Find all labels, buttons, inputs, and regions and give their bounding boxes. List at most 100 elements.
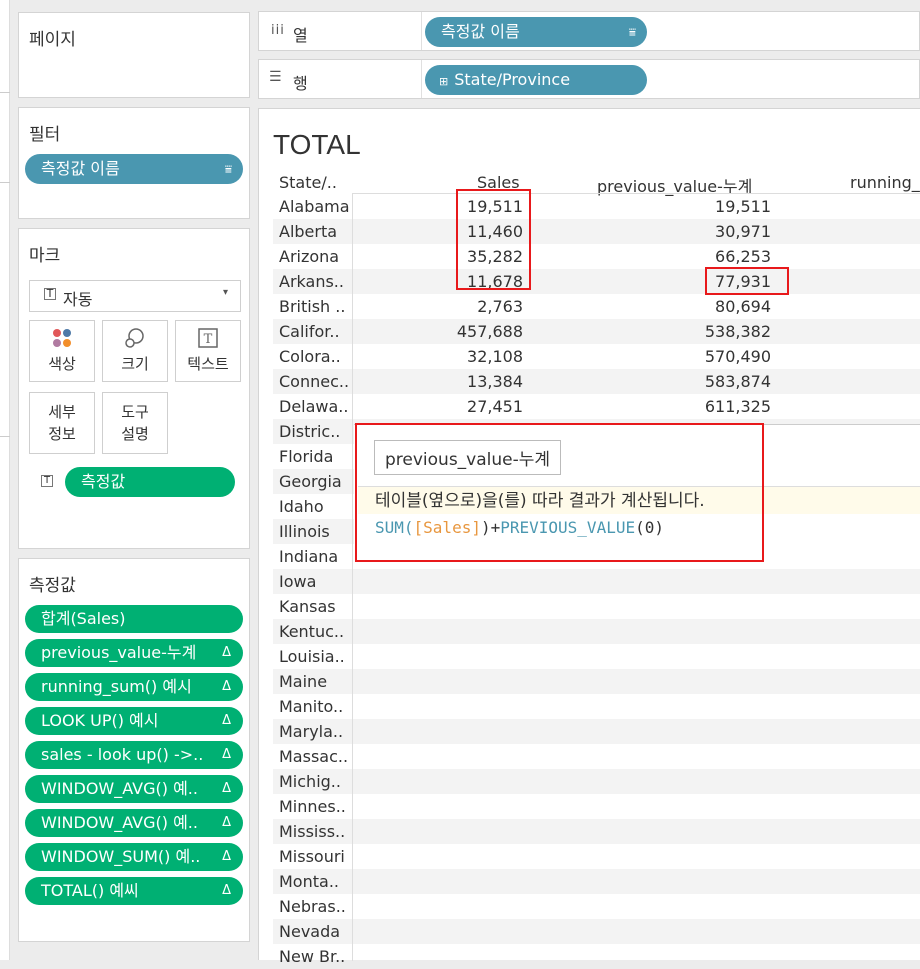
columns-shelf: iii 열 측정값 이름 ⩸	[258, 11, 920, 51]
state-cell: Arkans..	[279, 272, 344, 291]
header-state[interactable]: State/..	[279, 173, 337, 192]
state-cell: Nevada	[279, 922, 341, 941]
edge-divider	[0, 436, 10, 437]
state-cell: Maryla..	[279, 722, 344, 741]
measure-pill-label: previous_value-누계	[41, 643, 197, 662]
measure-pill[interactable]: 합계(Sales)	[25, 605, 243, 633]
table-row[interactable]: Missouri	[273, 844, 920, 869]
tooltip-button[interactable]: 도구 설명	[102, 392, 168, 454]
text-mark-icon: T	[44, 288, 56, 300]
pages-title: 페이지	[29, 30, 76, 50]
state-cell: Distric..	[279, 422, 341, 441]
state-cell: Florida	[279, 447, 334, 466]
filters-panel: 필터 측정값 이름 ⩸	[18, 107, 250, 219]
mark-type-select[interactable]: T 자동 ▾	[29, 280, 241, 312]
header-running[interactable]: running_	[850, 173, 920, 192]
state-cell: Indiana	[279, 547, 339, 566]
color-label: 색상	[48, 355, 76, 373]
table-row[interactable]: Iowa	[273, 569, 920, 594]
state-cell: Colora..	[279, 347, 341, 366]
state-cell: Nebras..	[279, 897, 346, 916]
filter-pill-measure-names[interactable]: 측정값 이름 ⩸	[25, 154, 243, 184]
calculated-field-icon: Δ	[222, 815, 231, 830]
shelf-divider	[421, 12, 422, 50]
measure-pill[interactable]: WINDOW_SUM() 예.. Δ	[25, 843, 243, 871]
state-cell: Califor..	[279, 322, 340, 341]
measure-pill[interactable]: WINDOW_AVG() 예.. Δ	[25, 809, 243, 837]
rows-icon: ☰	[269, 69, 282, 85]
state-cell: Illinois	[279, 522, 330, 541]
previous-value-cell: 30,971	[715, 222, 771, 241]
columns-pill-measure-names[interactable]: 측정값 이름 ⩸	[425, 17, 647, 47]
measure-values-title: 측정값	[29, 576, 76, 596]
table-row[interactable]: Manito..	[273, 694, 920, 719]
table-row[interactable]: Arkans.. 11,678 77,931	[273, 269, 920, 294]
detail-button[interactable]: 세부 정보	[29, 392, 95, 454]
state-cell: Kentuc..	[279, 622, 345, 641]
sales-cell: 13,384	[467, 372, 523, 391]
table-row[interactable]: Nevada	[273, 919, 920, 944]
state-cell: Louisia..	[279, 647, 345, 666]
table-row[interactable]: Colora.. 32,108 570,490	[273, 344, 920, 369]
measure-pill[interactable]: LOOK UP() 예시 Δ	[25, 707, 243, 735]
state-cell: Delawa..	[279, 397, 349, 416]
filter-icon: ⩸	[224, 162, 232, 176]
state-cell: Michig..	[279, 772, 341, 791]
tooltip-label-line2: 설명	[121, 425, 149, 443]
text-encoding-pill[interactable]: 측정값	[65, 467, 235, 497]
detail-label-line2: 정보	[48, 425, 76, 443]
measure-pill[interactable]: sales - look up() ->.. Δ	[25, 741, 243, 769]
table-row[interactable]: Delawa.. 27,451 611,325	[273, 394, 920, 419]
table-row[interactable]: Monta..	[273, 869, 920, 894]
table-row[interactable]: Maryla..	[273, 719, 920, 744]
color-icon	[30, 327, 94, 353]
text-encoding-pill-label: 측정값	[81, 472, 126, 491]
tooltip-label-line1: 도구	[121, 403, 149, 421]
table-row[interactable]: Alberta 11,460 30,971	[273, 219, 920, 244]
rows-label: 행	[293, 74, 308, 93]
text-label: 텍스트	[187, 355, 229, 373]
table-row[interactable]: Massac..	[273, 744, 920, 769]
measure-pill[interactable]: WINDOW_AVG() 예.. Δ	[25, 775, 243, 803]
color-button[interactable]: 색상	[29, 320, 95, 382]
size-button[interactable]: 크기	[102, 320, 168, 382]
highlight-running-total-box	[705, 267, 789, 295]
marks-title: 마크	[29, 246, 61, 266]
table-row[interactable]: Califor.. 457,688 538,382	[273, 319, 920, 344]
table-row[interactable]: Michig..	[273, 769, 920, 794]
table-row[interactable]: New Br..	[273, 944, 920, 969]
filters-title: 필터	[29, 125, 61, 145]
table-row[interactable]: British .. 2,763 80,694	[273, 294, 920, 319]
measure-pill[interactable]: TOTAL() 예씨 Δ	[25, 877, 243, 905]
table-row[interactable]: Kansas	[273, 594, 920, 619]
state-cell: Manito..	[279, 697, 344, 716]
table-row[interactable]: Maine	[273, 669, 920, 694]
measure-pill[interactable]: running_sum() 예시 Δ	[25, 673, 243, 701]
table-row[interactable]: Minnes..	[273, 794, 920, 819]
size-icon	[103, 327, 167, 353]
table-row[interactable]: Connec.. 13,384 583,874	[273, 369, 920, 394]
measure-pill[interactable]: previous_value-누계 Δ	[25, 639, 243, 667]
edge-divider	[0, 92, 10, 93]
previous-value-cell: 570,490	[704, 347, 771, 366]
sales-cell: 32,108	[467, 347, 523, 366]
measure-pill-label: running_sum() 예시	[41, 677, 192, 696]
filter-pill-label: 측정값 이름	[41, 159, 120, 178]
measure-pill-label: 합계(Sales)	[41, 609, 126, 628]
table-row[interactable]: Nebras..	[273, 894, 920, 919]
mark-type-label: 자동	[63, 290, 93, 309]
calculated-field-icon: Δ	[222, 883, 231, 898]
rows-pill-state-province[interactable]: ⊞ State/Province	[425, 65, 647, 95]
sales-cell: 2,763	[477, 297, 523, 316]
expand-icon: ⊞	[439, 75, 449, 88]
table-row[interactable]: Kentuc..	[273, 619, 920, 644]
measure-pill-label: TOTAL() 예씨	[41, 881, 139, 900]
table-row[interactable]: Mississ..	[273, 819, 920, 844]
table-row[interactable]: Alabama 19,511 19,511	[273, 194, 920, 219]
state-cell: Iowa	[279, 572, 317, 591]
table-row[interactable]: Arizona 35,282 66,253	[273, 244, 920, 269]
left-edge-strip	[0, 0, 10, 960]
text-button[interactable]: T 텍스트	[175, 320, 241, 382]
sales-cell: 457,688	[456, 322, 523, 341]
table-row[interactable]: Louisia..	[273, 644, 920, 669]
